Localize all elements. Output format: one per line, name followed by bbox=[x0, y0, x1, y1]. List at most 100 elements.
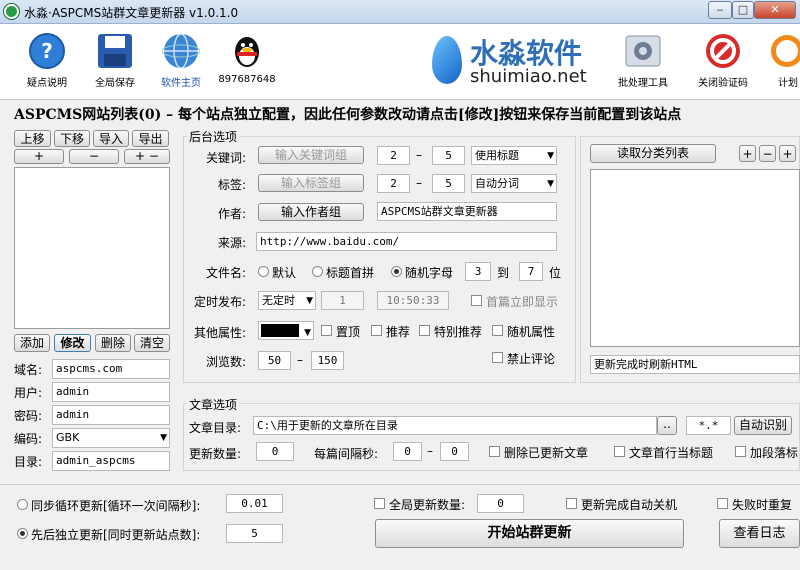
keyword-mode-select[interactable]: 使用标题 ▼ bbox=[471, 146, 557, 165]
source-url-field[interactable]: http://www.baidu.com/ bbox=[256, 232, 557, 251]
title-bar: 水淼·ASPCMS站群文章更新器 v1.0.1.0 ‒ □ ✕ bbox=[0, 0, 800, 24]
help-icon: ? bbox=[28, 32, 66, 70]
update-count-field[interactable]: 0 bbox=[256, 442, 294, 461]
views-max-field[interactable]: 150 bbox=[311, 351, 344, 370]
interval-max-field[interactable]: 0 bbox=[440, 442, 469, 461]
category-more-button[interactable]: + bbox=[779, 145, 796, 162]
password-field[interactable]: admin bbox=[52, 405, 170, 425]
user-field[interactable]: admin bbox=[52, 382, 170, 402]
toolbar-batch[interactable]: 批处理工具 bbox=[608, 28, 678, 89]
schedule-time-field[interactable]: 10:50:33 bbox=[377, 291, 449, 310]
filename-random-radio[interactable] bbox=[391, 266, 402, 277]
category-plus-button[interactable]: + bbox=[739, 145, 756, 162]
window-title: 水淼·ASPCMS站群文章更新器 v1.0.1.0 bbox=[24, 6, 239, 20]
delete-updated-checkbox[interactable] bbox=[489, 446, 500, 457]
sequential-radio[interactable] bbox=[17, 528, 28, 539]
plus-minus-button[interactable]: + − bbox=[124, 149, 170, 164]
remove-site-minus-button[interactable]: − bbox=[69, 149, 119, 164]
delete-button[interactable]: 删除 bbox=[95, 334, 131, 352]
global-count-checkbox[interactable] bbox=[374, 498, 385, 509]
add-site-plus-button[interactable]: + bbox=[14, 149, 64, 164]
toolbar-help[interactable]: ? 疑点说明 bbox=[12, 28, 82, 89]
author-label: 作者: bbox=[218, 207, 247, 221]
file-ext-field[interactable]: *.* bbox=[686, 416, 731, 435]
special-recommend-label: 特别推荐 bbox=[434, 325, 483, 339]
toolbar-label: 全局保存 bbox=[95, 78, 135, 89]
toolbar-qq[interactable]: 897687648 bbox=[212, 28, 282, 85]
edit-button[interactable]: 修改 bbox=[54, 334, 91, 352]
filename-max-field[interactable]: 7 bbox=[519, 262, 543, 281]
site-listbox[interactable] bbox=[14, 167, 170, 329]
encoding-select[interactable]: GBK ▼ bbox=[52, 428, 170, 448]
browse-dir-button[interactable]: .. bbox=[657, 416, 677, 435]
category-listbox[interactable] bbox=[590, 169, 800, 347]
first-show-checkbox[interactable] bbox=[471, 295, 482, 306]
author-field[interactable]: ASPCMS站群文章更新器 bbox=[377, 202, 557, 221]
sync-interval-field[interactable]: 0.01 bbox=[226, 494, 283, 513]
dash-separator: – bbox=[427, 444, 433, 458]
toolbar-save[interactable]: 全局保存 bbox=[80, 28, 150, 89]
admin-dir-field[interactable]: admin_aspcms bbox=[52, 451, 170, 471]
add-button[interactable]: 添加 bbox=[14, 334, 50, 352]
batch-tool-icon bbox=[624, 32, 662, 70]
global-count-field[interactable]: 0 bbox=[477, 494, 524, 513]
filename-min-field[interactable]: 3 bbox=[465, 262, 491, 281]
read-category-button[interactable]: 读取分类列表 bbox=[590, 144, 716, 163]
close-button[interactable]: ✕ bbox=[754, 1, 796, 19]
move-up-button[interactable]: 上移 bbox=[14, 130, 51, 147]
import-button[interactable]: 导入 bbox=[93, 130, 129, 147]
filename-default-radio[interactable] bbox=[258, 266, 269, 277]
random-attr-checkbox[interactable] bbox=[492, 325, 503, 336]
divider bbox=[0, 484, 800, 485]
chevron-down-icon: ▼ bbox=[547, 151, 554, 161]
views-min-field[interactable]: 50 bbox=[258, 351, 291, 370]
domain-label: 域名: bbox=[14, 363, 43, 377]
tag-max-field[interactable]: 5 bbox=[432, 174, 465, 193]
article-dir-field[interactable]: C:\用于更新的文章所在目录 bbox=[253, 416, 657, 435]
no-comment-checkbox[interactable] bbox=[492, 352, 503, 363]
schedule-count-field[interactable]: 1 bbox=[321, 291, 364, 310]
toolbar-label: 计划 bbox=[778, 78, 798, 89]
interval-min-field[interactable]: 0 bbox=[393, 442, 422, 461]
tag-group-button[interactable]: 输入标签组 bbox=[258, 174, 364, 192]
domain-field[interactable]: aspcms.com bbox=[52, 359, 170, 379]
schedule-mode-select[interactable]: 无定时 ▼ bbox=[258, 291, 316, 310]
chevron-down-icon: ▼ bbox=[160, 433, 167, 443]
category-minus-button[interactable]: − bbox=[759, 145, 776, 162]
sync-loop-radio[interactable] bbox=[17, 499, 28, 510]
maximize-button[interactable]: □ bbox=[732, 1, 754, 19]
auto-detect-button[interactable]: 自动识别 bbox=[734, 416, 792, 435]
add-paragraph-checkbox[interactable] bbox=[735, 446, 746, 457]
recommend-checkbox[interactable] bbox=[371, 325, 382, 336]
article-dir-label: 文章目录: bbox=[189, 421, 242, 435]
chevron-down-icon: ▼ bbox=[304, 328, 311, 338]
keyword-group-button[interactable]: 输入关键词组 bbox=[258, 146, 364, 164]
water-drop-logo-icon bbox=[432, 36, 462, 84]
minimize-button[interactable]: ‒ bbox=[708, 1, 732, 19]
top-checkbox[interactable] bbox=[321, 325, 332, 336]
article-options-title: 文章选项 bbox=[187, 396, 240, 413]
special-recommend-checkbox[interactable] bbox=[419, 325, 430, 336]
toolbar-homepage[interactable]: 软件主页 bbox=[146, 28, 216, 89]
export-button[interactable]: 导出 bbox=[132, 130, 169, 147]
auto-shutdown-label: 更新完成自动关机 bbox=[581, 498, 678, 512]
filename-pinyin-radio[interactable] bbox=[312, 266, 323, 277]
move-down-button[interactable]: 下移 bbox=[54, 130, 90, 147]
keyword-min-field[interactable]: 2 bbox=[377, 146, 410, 165]
clear-button[interactable]: 清空 bbox=[134, 334, 170, 352]
toolbar-plan[interactable]: 计划 bbox=[748, 28, 800, 89]
auto-shutdown-checkbox[interactable] bbox=[566, 498, 577, 509]
retry-checkbox[interactable] bbox=[717, 498, 728, 509]
filename-unit-label: 位 bbox=[549, 266, 562, 280]
color-select[interactable]: ▼ bbox=[258, 321, 314, 340]
tag-min-field[interactable]: 2 bbox=[377, 174, 410, 193]
view-log-button[interactable]: 查看日志 bbox=[719, 519, 800, 548]
keyword-max-field[interactable]: 5 bbox=[432, 146, 465, 165]
first-line-title-checkbox[interactable] bbox=[614, 446, 625, 457]
concurrent-sites-field[interactable]: 5 bbox=[226, 524, 283, 543]
author-group-button[interactable]: 输入作者组 bbox=[258, 203, 364, 221]
start-update-button[interactable]: 开始站群更新 bbox=[375, 519, 684, 548]
after-update-select[interactable]: 更新完成时刷新HTML bbox=[590, 355, 800, 374]
sync-loop-label: 同步循环更新[循环一次间隔秒]: bbox=[31, 499, 201, 513]
tag-mode-select[interactable]: 自动分词 ▼ bbox=[471, 174, 557, 193]
